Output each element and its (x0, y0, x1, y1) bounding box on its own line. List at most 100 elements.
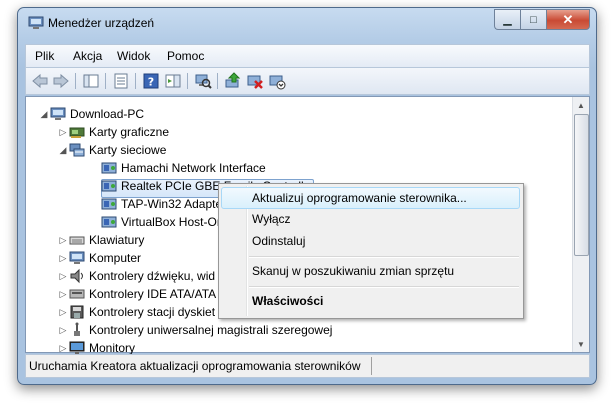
tree-node-label: Kontrolery uniwersalnej magistrali szere… (89, 323, 333, 337)
menu-item-disable[interactable]: Wyłącz (222, 209, 519, 229)
menu-item-update-driver[interactable]: Aktualizuj oprogramowanie sterownika... (221, 187, 520, 209)
tree-node-label: Hamachi Network Interface (121, 161, 266, 175)
tree-node[interactable]: ◢ Download-PC (38, 105, 145, 123)
display-adapter-icon (69, 127, 85, 138)
minimize-icon: ▁ (503, 14, 512, 26)
tree-node[interactable]: Hamachi Network Interface (89, 159, 266, 177)
maximize-icon: □ (530, 13, 537, 26)
toolbar: ? (25, 67, 590, 95)
menu-bar: Plik Akcja Widok Pomoc (25, 44, 590, 67)
expand-closed-icon[interactable]: ▷ (57, 307, 69, 318)
update-driver-icon[interactable] (224, 72, 242, 90)
close-button[interactable]: ✕ (546, 9, 590, 30)
speaker-icon (70, 268, 83, 284)
menu-item-properties[interactable]: Właściwości (222, 291, 519, 311)
status-bar: Uruchamia Kreatora aktualizacji oprogram… (25, 354, 590, 378)
expand-closed-icon[interactable]: ▷ (57, 235, 69, 246)
minimize-button[interactable]: ▁ (494, 9, 520, 30)
tree-node-label: Monitory (89, 341, 136, 355)
expand-closed-icon[interactable]: ▷ (57, 289, 69, 300)
tree-node-label: Klawiatury (89, 233, 145, 247)
tree-node-label: Komputer (89, 251, 142, 265)
properties-icon[interactable] (112, 72, 130, 90)
tree-node-label: Download-PC (70, 107, 145, 121)
tree-node-label: Karty graficzne (89, 125, 170, 139)
tree-node[interactable]: TAP-Win32 Adapter (89, 195, 226, 213)
computer-icon (69, 251, 85, 264)
show-hide-tree-icon[interactable] (82, 72, 100, 90)
device-manager-icon (28, 16, 44, 29)
network-card-icon (101, 198, 117, 210)
context-menu-separator (249, 256, 519, 258)
expand-closed-icon[interactable]: ▷ (57, 253, 69, 264)
menu-akcja[interactable]: Akcja (73, 49, 102, 63)
disable-device-icon[interactable] (246, 72, 264, 90)
tree-node-label: Kontrolery stacji dyskiet (89, 305, 216, 319)
uninstall-device-icon[interactable] (268, 72, 286, 90)
toolbar-separator (187, 73, 188, 89)
tree-node-label: Kontrolery IDE ATA/ATA (89, 287, 217, 301)
toolbar-separator (217, 73, 218, 89)
svg-text:?: ? (148, 76, 154, 89)
context-menu-separator (249, 286, 519, 288)
window-title: Menedżer urządzeń (48, 16, 155, 30)
ide-controller-icon (69, 289, 85, 299)
tree-node[interactable]: ▷ Klawiatury (57, 231, 145, 249)
action-pane-icon[interactable] (164, 72, 182, 90)
forward-arrow-icon[interactable] (52, 72, 70, 90)
toolbar-separator (105, 73, 106, 89)
help-icon[interactable]: ? (142, 72, 160, 90)
toolbar-separator (135, 73, 136, 89)
tree-node-label: TAP-Win32 Adapter (121, 197, 227, 211)
tree-node[interactable]: ▷ Komputer (57, 249, 142, 267)
expand-open-icon[interactable]: ◢ (38, 109, 50, 120)
scroll-up-icon[interactable]: ▲ (573, 97, 589, 113)
network-card-icon (101, 162, 117, 174)
expand-closed-icon[interactable]: ▷ (57, 271, 69, 282)
tree-node[interactable]: ▷ Kontrolery stacji dyskiet (57, 303, 216, 321)
expand-closed-icon[interactable]: ▷ (57, 127, 69, 138)
computer-icon (50, 107, 66, 120)
scrollbar-thumb[interactable] (574, 114, 589, 256)
maximize-button[interactable]: □ (520, 9, 546, 30)
tree-node[interactable]: ▷ Kontrolery uniwersalnej magistrali szer… (57, 321, 332, 339)
usb-icon (74, 322, 80, 336)
menu-widok[interactable]: Widok (117, 49, 150, 63)
tree-node[interactable]: ◢ Karty sieciowe (57, 141, 167, 159)
toolbar-separator (75, 73, 76, 89)
vertical-scrollbar[interactable]: ▲ ▼ (572, 97, 589, 352)
status-divider (371, 357, 372, 375)
back-arrow-icon[interactable] (31, 72, 49, 90)
menu-item-scan-hardware[interactable]: Skanuj w poszukiwaniu zmian sprzętu (222, 261, 519, 281)
tree-node[interactable]: VirtualBox Host-Only (89, 213, 232, 231)
status-text: Uruchamia Kreatora aktualizacji oprogram… (29, 359, 362, 373)
menu-item-label: Odinstaluj (252, 234, 306, 248)
context-menu: Aktualizuj oprogramowanie sterownika... … (218, 183, 524, 319)
close-icon: ✕ (562, 11, 574, 27)
tree-node-label: Kontrolery dźwięku, wid (89, 269, 216, 283)
menu-item-label: Aktualizuj oprogramowanie sterownika... (252, 191, 467, 205)
window-controls: ▁ □ ✕ (494, 9, 590, 30)
menu-plik[interactable]: Plik (35, 49, 54, 63)
network-card-icon (101, 180, 117, 192)
tree-node[interactable]: ▷ Karty graficzne (57, 123, 170, 141)
expand-closed-icon[interactable]: ▷ (57, 343, 69, 354)
expand-open-icon[interactable]: ◢ (57, 145, 69, 156)
tree-node[interactable]: ▷ Kontrolery IDE ATA/ATA (57, 285, 217, 303)
network-card-icon (101, 216, 117, 228)
keyboard-icon (69, 236, 85, 245)
tree-node[interactable]: ▷ Kontrolery dźwięku, wid (57, 267, 215, 285)
floppy-controller-icon (70, 305, 84, 319)
tree-node-label: VirtualBox Host-Only (121, 215, 233, 229)
menu-item-uninstall[interactable]: Odinstaluj (222, 231, 519, 251)
menu-pomoc[interactable]: Pomoc (167, 49, 204, 63)
network-adapter-icon (69, 143, 85, 157)
menu-item-label: Skanuj w poszukiwaniu zmian sprzętu (252, 264, 455, 278)
tree-node-label: Karty sieciowe (89, 143, 167, 157)
menu-item-label: Wyłącz (252, 212, 291, 226)
title-bar[interactable]: Menedżer urządzeń ▁ □ ✕ (18, 8, 596, 38)
scroll-down-icon[interactable]: ▼ (573, 336, 589, 352)
expand-closed-icon[interactable]: ▷ (57, 325, 69, 336)
menu-item-label: Właściwości (252, 294, 324, 308)
scan-hardware-icon[interactable] (194, 72, 212, 90)
